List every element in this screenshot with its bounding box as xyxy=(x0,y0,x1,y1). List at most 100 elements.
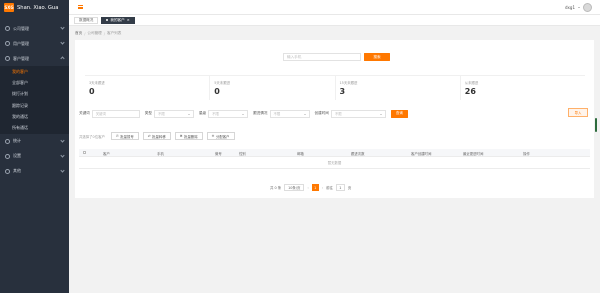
page-size-select[interactable]: 10条/页 xyxy=(284,184,305,191)
caret-down-icon xyxy=(379,113,382,115)
transfer-icon: ⇄ xyxy=(147,134,151,138)
sidebar-item-label: 统计 xyxy=(13,138,21,144)
column-header[interactable]: 最近更进时间 xyxy=(463,151,483,156)
assign-customer-button[interactable]: ⊕ 分配客户 xyxy=(206,132,235,140)
stat-never[interactable]: 从未跟进 26 xyxy=(461,76,585,100)
stat-label: 15天未跟进 xyxy=(339,81,358,85)
caret-down-icon xyxy=(187,113,190,115)
bulk-delete-label: 批量删除 xyxy=(184,134,198,139)
sidebar-item-label: 用户管理 xyxy=(13,40,29,46)
column-header[interactable]: 客户 xyxy=(103,151,110,156)
chevron-down-icon xyxy=(60,25,65,30)
sidebar-item-users[interactable]: 用户管理 xyxy=(0,36,69,51)
stat-label: 3天未跟进 xyxy=(89,81,105,85)
sidebar-item-label: 公司管理 xyxy=(13,25,29,31)
sidebar-item-my-customers[interactable]: 我的客户 xyxy=(0,66,69,77)
type-value: 不限 xyxy=(157,112,165,116)
type-select[interactable]: 不限 xyxy=(153,109,194,118)
bulk-delete-button[interactable]: ✖ 批量删除 xyxy=(174,132,203,140)
stat-5-days[interactable]: 5天未跟进 0 xyxy=(210,76,336,100)
main-card: 输入手机 搜索 3天未跟进 0 5天未跟进 0 15天未跟进 3 从未跟进 26… xyxy=(75,40,594,198)
search-button[interactable]: 搜索 xyxy=(364,53,390,61)
level-value: 不限 xyxy=(212,112,219,116)
stat-3-days[interactable]: 3天未跟进 0 xyxy=(85,76,211,100)
stats-row: 3天未跟进 0 5天未跟进 0 15天未跟进 3 从未跟进 26 xyxy=(85,75,585,100)
chevron-down-icon xyxy=(60,40,65,45)
assign-customer-label: 分配客户 xyxy=(215,134,230,139)
stat-label: 从未跟进 xyxy=(464,81,479,85)
user-menu[interactable]: dxg1 xyxy=(565,3,592,12)
bulk-transfer-label: 批量转移 xyxy=(152,134,166,139)
sidebar-item-follow-records[interactable]: 跟踪记录 xyxy=(0,100,69,111)
follow-value: 不限 xyxy=(273,112,281,116)
sidebar-item-all-customers[interactable]: 全部客户 xyxy=(0,77,69,88)
query-button[interactable]: 查询 xyxy=(390,109,408,118)
tab-dashboard[interactable]: 数据概况 xyxy=(74,16,99,24)
time-label: 创建时间 xyxy=(314,111,329,115)
assign-icon: ⊕ xyxy=(211,134,215,138)
breadcrumb-level1[interactable]: 公司管理 xyxy=(87,31,101,36)
top-header: dxg1 xyxy=(69,0,600,15)
sidebar-item-call-plan[interactable]: 拨打计划 xyxy=(0,89,69,100)
sidebar-item-customers[interactable]: 客户管理 xyxy=(0,51,69,66)
chevron-down-icon xyxy=(60,153,65,158)
sidebar-item-my-calls[interactable]: 我的通话 xyxy=(0,111,69,122)
column-header[interactable]: 邮箱 xyxy=(297,151,304,156)
gear-icon xyxy=(5,153,10,159)
sidebar-item-company[interactable]: 公司管理 xyxy=(0,21,69,36)
level-select[interactable]: 不限 xyxy=(208,109,249,118)
sidebar-menu: 公司管理 用户管理 客户管理 我的客户 全部客户 拨打计划 跟踪记录 我的通话 … xyxy=(0,21,69,179)
phone-search: 输入手机 搜索 xyxy=(283,53,390,61)
selection-count: 共选择了0位客户 xyxy=(79,134,105,139)
next-page-button[interactable]: › xyxy=(322,186,323,190)
select-all-checkbox[interactable] xyxy=(83,151,86,155)
bulk-dial-button[interactable]: ✆ 批量拨号 xyxy=(110,132,139,140)
breadcrumb-home[interactable]: 首页 xyxy=(75,31,82,36)
stat-15-days[interactable]: 15天未跟进 3 xyxy=(336,76,461,100)
sidebar-item-settings[interactable]: 设置 xyxy=(0,149,69,164)
column-header[interactable]: 跟进次数 xyxy=(351,151,365,156)
caret-down-icon xyxy=(242,113,245,115)
goto-page-input[interactable]: 1 xyxy=(335,184,345,191)
column-header[interactable]: 微号 xyxy=(215,151,222,156)
table-header: 客户 手机 微号 性别 邮箱 跟进次数 客户创建时间 最近更进时间 操作 xyxy=(79,149,590,157)
tab-label: 我的客户 xyxy=(110,17,125,22)
customer-table: 客户 手机 微号 性别 邮箱 跟进次数 客户创建时间 最近更进时间 操作 暂无数… xyxy=(79,149,590,169)
pager-total: 共 0 条 xyxy=(270,186,282,190)
sidebar-item-all-calls[interactable]: 所有通话 xyxy=(0,122,69,133)
user-icon xyxy=(5,41,10,46)
follow-label: 跟进情况 xyxy=(253,111,268,115)
keyword-input[interactable]: 关键词 xyxy=(91,109,140,118)
tab-my-customers[interactable]: 我的客户 × xyxy=(101,16,135,24)
time-select[interactable]: 不限 xyxy=(330,109,386,118)
chart-icon xyxy=(5,138,10,144)
bulk-transfer-button[interactable]: ⇄ 批量转移 xyxy=(142,132,171,140)
chevron-up-icon xyxy=(60,56,65,61)
avatar[interactable] xyxy=(583,3,592,12)
sidebar-item-other[interactable]: 其他 xyxy=(0,164,69,179)
query-button-label: 查询 xyxy=(395,111,403,115)
column-header[interactable]: 性别 xyxy=(239,151,246,156)
keyword-label: 关键词 xyxy=(79,111,90,115)
column-header[interactable]: 客户创建时间 xyxy=(411,151,431,156)
menu-toggle-icon[interactable] xyxy=(78,5,83,9)
sidebar-item-stats[interactable]: 统计 xyxy=(0,134,69,149)
chevron-down-icon xyxy=(60,168,65,173)
bulk-actions: 共选择了0位客户 ✆ 批量拨号 ⇄ 批量转移 ✖ 批量删除 ⊕ 分配客户 xyxy=(79,132,239,140)
follow-select[interactable]: 不限 xyxy=(269,109,310,118)
customer-submenu: 我的客户 全部客户 拨打计划 跟踪记录 我的通话 所有通话 xyxy=(0,66,69,134)
page-number-current[interactable]: 1 xyxy=(311,184,319,191)
close-icon[interactable]: × xyxy=(127,18,130,22)
sidebar-item-label: 设置 xyxy=(13,153,21,159)
import-button[interactable]: 导入 xyxy=(568,108,588,117)
breadcrumb-level2: 客户列表 xyxy=(107,31,122,35)
column-header[interactable]: 手机 xyxy=(157,151,164,156)
logo[interactable]: SXG Shan. Xiao. Gua xyxy=(0,0,69,15)
prev-page-button[interactable]: ‹ xyxy=(307,186,308,190)
chevron-down-icon xyxy=(60,138,65,143)
more-icon xyxy=(5,168,10,174)
phone-icon: ✆ xyxy=(115,134,119,138)
scroll-indicator[interactable] xyxy=(595,118,597,132)
search-button-label: 搜索 xyxy=(373,54,381,59)
search-input[interactable]: 输入手机 xyxy=(283,53,361,61)
